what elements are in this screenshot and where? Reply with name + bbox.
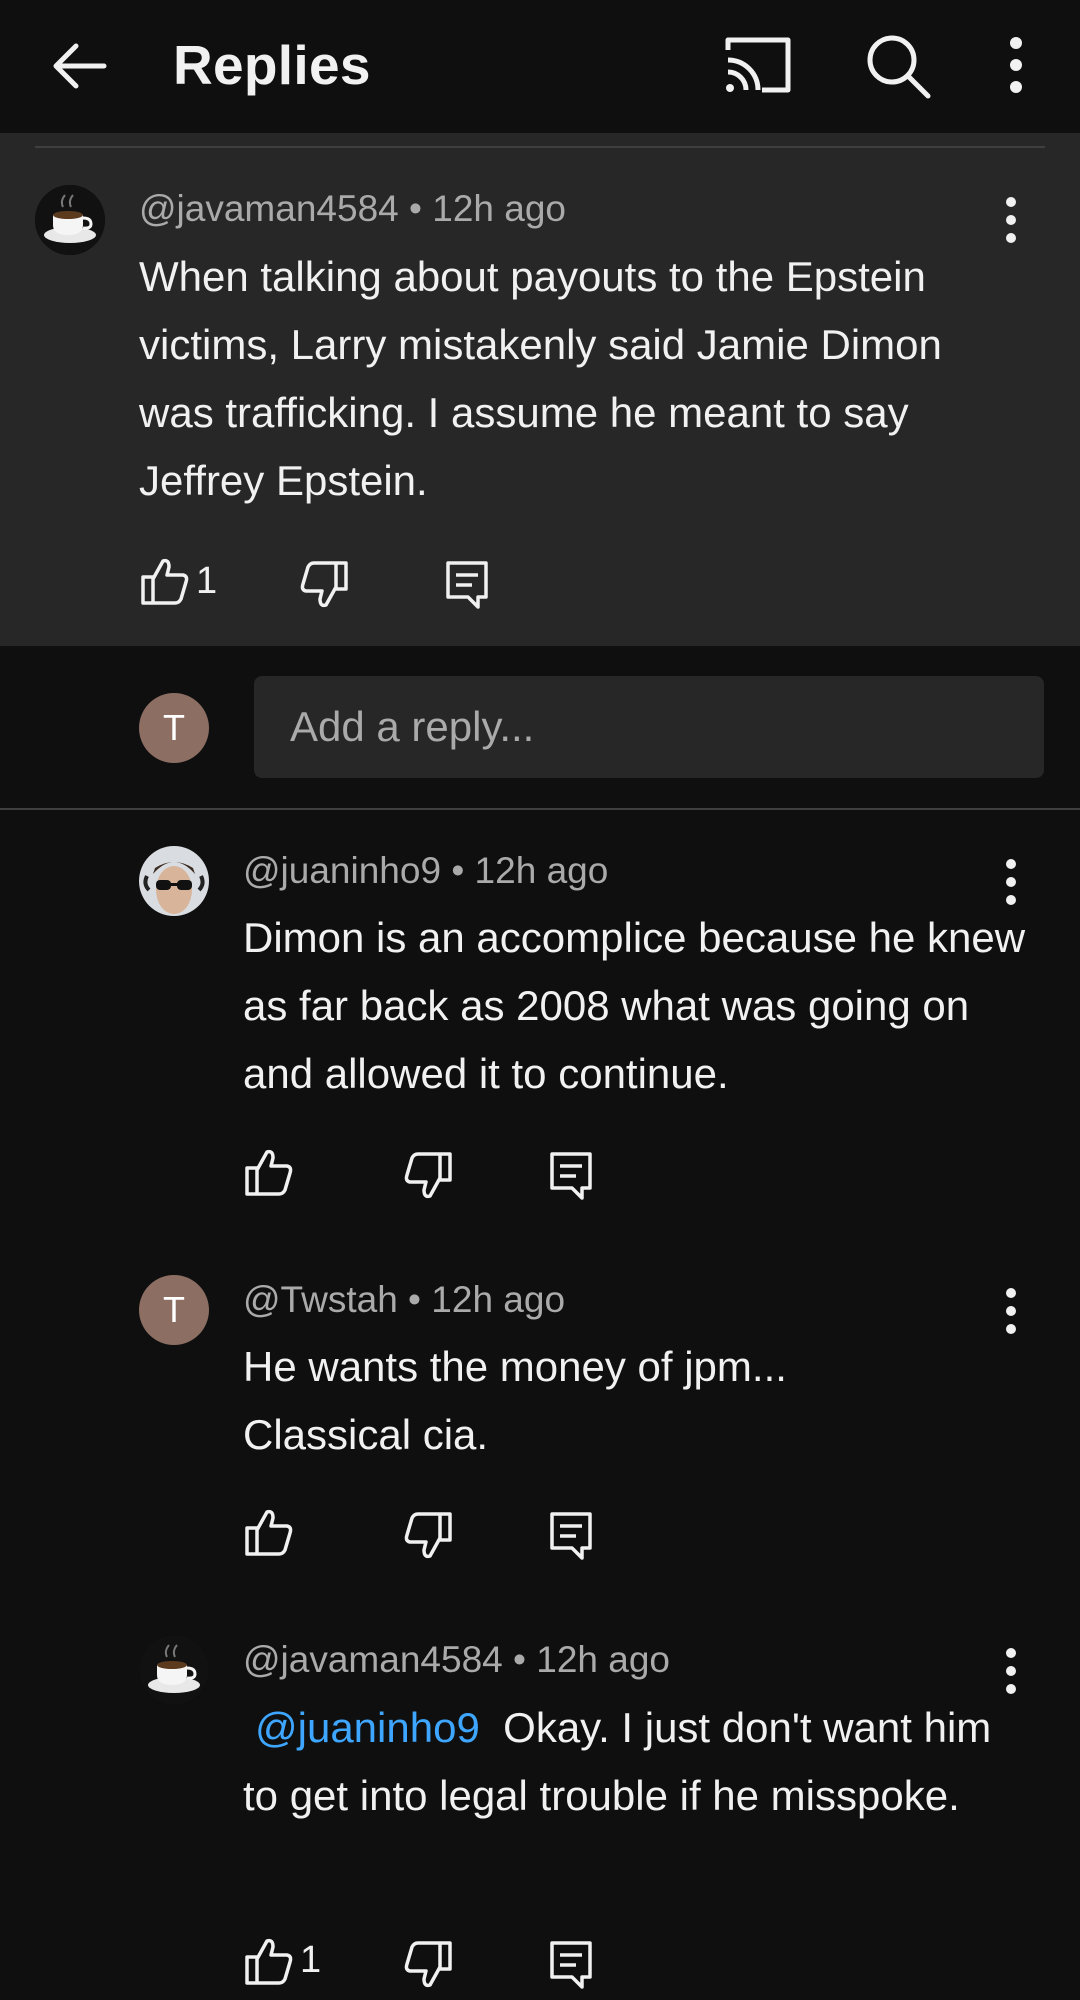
add-reply-row: T	[0, 646, 1080, 808]
comment-text: @juaninho9 Okay. I just don't want him t…	[243, 1694, 1033, 1830]
like-icon[interactable]	[243, 1935, 295, 1987]
reply-input-box[interactable]	[254, 676, 1044, 778]
more-vert-icon[interactable]	[990, 34, 1042, 96]
like-icon[interactable]	[243, 1506, 295, 1558]
reply-icon[interactable]	[442, 557, 494, 609]
reply-icon[interactable]	[546, 1937, 598, 1989]
comment-text: Dimon is an accomplice because he knew a…	[243, 914, 1026, 1097]
comment-meta: @Twstah • 12h ago	[243, 1279, 566, 1320]
reply-input[interactable]	[254, 676, 1044, 778]
comment-more-icon[interactable]	[991, 1641, 1031, 1701]
comment-more-icon[interactable]	[991, 852, 1031, 912]
cast-icon[interactable]	[722, 34, 794, 96]
search-icon[interactable]	[862, 30, 934, 102]
back-arrow-icon[interactable]	[44, 30, 116, 102]
coffee-cup-avatar[interactable]	[139, 1635, 209, 1705]
page-title: Replies	[173, 34, 371, 96]
comment-meta: @javaman4584 • 12h ago	[243, 1639, 670, 1680]
comment-more-icon[interactable]	[991, 190, 1031, 250]
comment-meta: @javaman4584 • 12h ago	[139, 188, 566, 229]
comment-text: He wants the money of jpm... Classical c…	[243, 1343, 787, 1458]
like-count: 1	[196, 560, 218, 602]
user-avatar[interactable]: T	[139, 1275, 209, 1345]
reply-icon[interactable]	[546, 1148, 598, 1200]
comment-more-icon[interactable]	[991, 1281, 1031, 1341]
divider	[0, 808, 1080, 810]
dislike-icon[interactable]	[402, 1939, 454, 1991]
dislike-icon[interactable]	[402, 1150, 454, 1202]
divider	[35, 146, 1045, 148]
sunglasses-avatar[interactable]	[139, 846, 209, 916]
like-icon[interactable]	[243, 1146, 295, 1198]
comment-meta: @juaninho9 • 12h ago	[243, 850, 609, 891]
dislike-icon[interactable]	[402, 1510, 454, 1562]
mention-link[interactable]: @juaninho9	[243, 1704, 480, 1751]
comment-text: When talking about payouts to the Epstei…	[139, 253, 942, 504]
dislike-icon[interactable]	[298, 559, 350, 611]
coffee-cup-avatar[interactable]	[35, 185, 105, 255]
parent-comment: @javaman4584 • 12h ago When talking abou…	[0, 133, 1080, 646]
reply-icon[interactable]	[546, 1508, 598, 1560]
like-icon[interactable]	[139, 555, 191, 607]
top-app-bar: Replies	[0, 0, 1080, 133]
like-count: 1	[300, 1939, 322, 1981]
user-avatar[interactable]: T	[139, 693, 209, 763]
